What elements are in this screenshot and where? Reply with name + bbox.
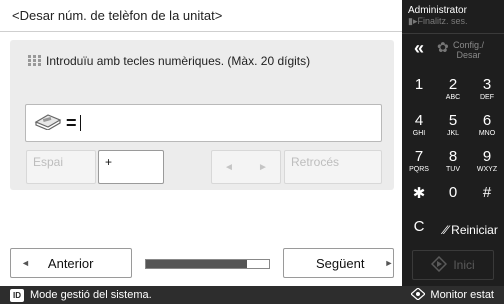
cursor-arrows: ◄ ► [211, 150, 281, 184]
page-title: <Desar núm. de telèfon de la unitat> [12, 8, 223, 23]
start-icon [431, 255, 448, 275]
key-1[interactable]: 1 [402, 70, 436, 106]
status-monitor-button[interactable]: Monitor estat [410, 286, 494, 303]
collapse-button[interactable]: « [402, 34, 436, 64]
space-button[interactable]: Espai [26, 150, 96, 184]
start-label: Inici [453, 258, 475, 272]
phone-number-input[interactable]: = [25, 104, 382, 142]
title-divider [0, 31, 402, 32]
instruction: Introduïu amb tecles numèriques. (Màx. 2… [28, 54, 310, 68]
key-8[interactable]: 8 TUV [436, 142, 470, 178]
progress-fill [146, 260, 247, 268]
monitor-icon [410, 286, 427, 303]
gear-icon: ✿ [437, 39, 449, 55]
chevron-left-icon: ◄ [21, 258, 30, 268]
config-save-button[interactable]: ✿ Config./ Desar [437, 40, 484, 60]
fax-icon [34, 112, 62, 135]
key-hash[interactable]: # [470, 178, 504, 214]
navigation-bar: ◄ Anterior Següent ► [10, 248, 394, 278]
previous-button[interactable]: ◄ Anterior [10, 248, 132, 278]
key-0[interactable]: 0 [436, 178, 470, 214]
status-bar: ID Mode gestió del sistema. Monitor esta… [0, 286, 504, 304]
chevron-right-icon: ► [384, 258, 394, 268]
next-button[interactable]: Següent ► [283, 248, 394, 278]
logout-link[interactable]: ▮▸Finalitz. ses. [408, 16, 468, 26]
reset-icon: ⁄⁄ [444, 223, 449, 237]
keypad-hint-icon [28, 55, 42, 67]
field-value: = [66, 112, 77, 133]
key-star[interactable]: ✱ [402, 178, 436, 214]
user-info: Administrator ▮▸Finalitz. ses. [408, 5, 468, 27]
key-4[interactable]: 4 GHI [402, 106, 436, 142]
main-pane: <Desar núm. de telèfon de la unitat> Int… [0, 0, 402, 286]
cursor-left-button[interactable]: ◄ [224, 162, 234, 173]
backspace-button[interactable]: Retrocés [284, 150, 382, 184]
instruction-text: Introduïu amb tecles numèriques. (Màx. 2… [46, 54, 311, 68]
key-5[interactable]: 5 JKL [436, 106, 470, 142]
plus-button[interactable]: + [98, 150, 164, 184]
key-9[interactable]: 9 WXYZ [470, 142, 504, 178]
cursor-right-button[interactable]: ► [258, 162, 268, 173]
reset-key[interactable]: ⁄⁄ Reiniciar [438, 212, 504, 248]
start-button[interactable]: Inici [412, 250, 494, 280]
key-6[interactable]: 6 MNO [470, 106, 504, 142]
id-badge: ID [10, 288, 24, 302]
key-3[interactable]: 3 DEF [470, 70, 504, 106]
user-name: Administrator [408, 5, 467, 16]
clear-key[interactable]: C [402, 212, 436, 248]
next-label: Següent [316, 255, 365, 271]
key-7[interactable]: 7 PQRS [402, 142, 436, 178]
text-caret [79, 115, 81, 131]
step-progress-bar [145, 259, 270, 269]
status-message: Mode gestió del sistema. [30, 289, 152, 301]
previous-label: Anterior [47, 255, 94, 271]
key-2[interactable]: 2 ABC [436, 70, 470, 106]
